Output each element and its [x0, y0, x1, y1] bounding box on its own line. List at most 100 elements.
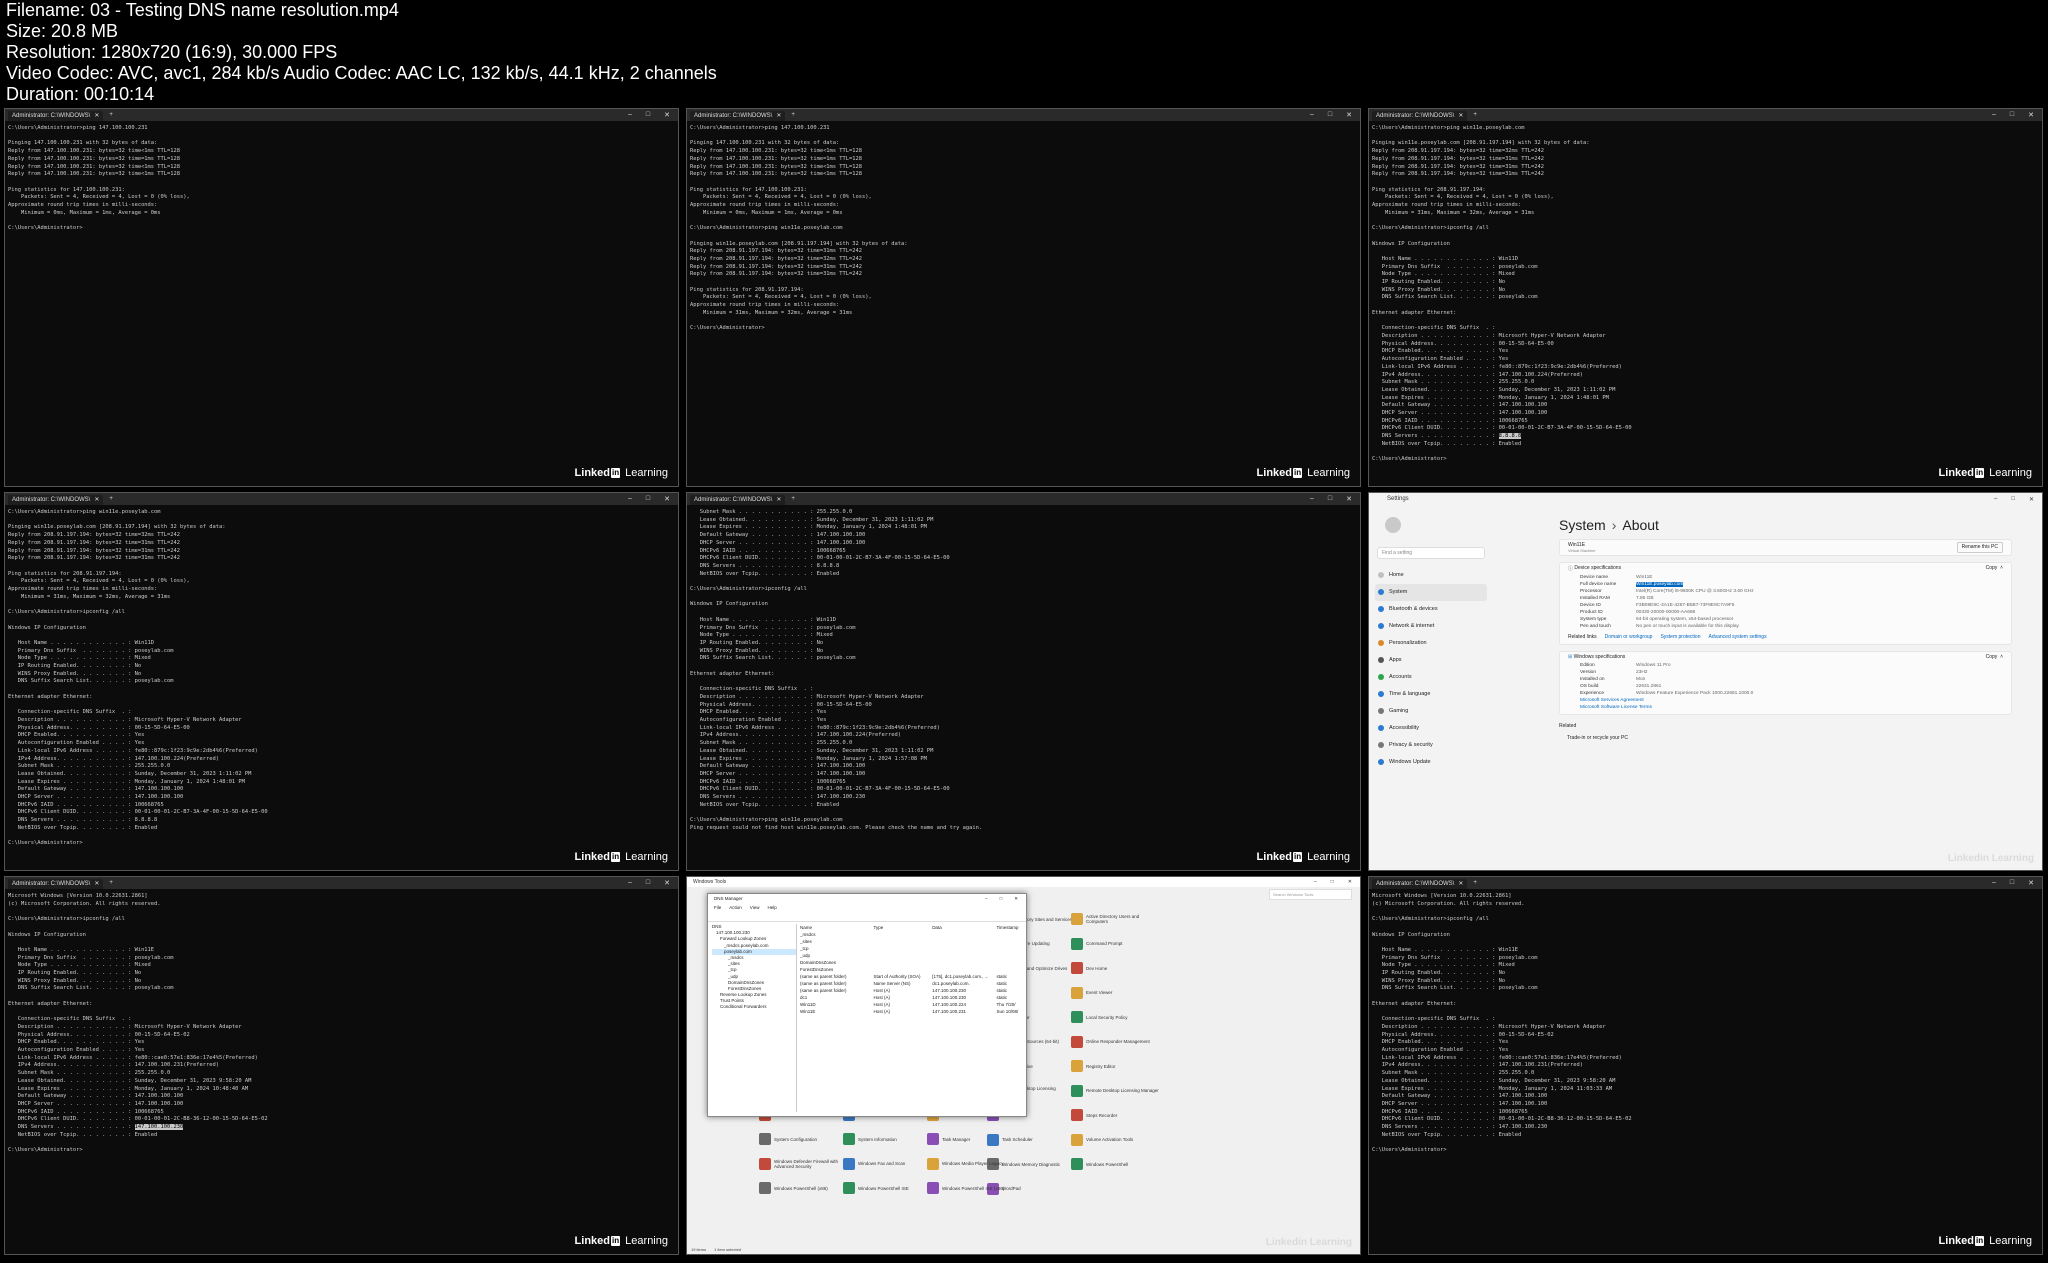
tool-item[interactable]: Windows Defender Firewall with Advanced …	[759, 1157, 849, 1170]
close-window-icon[interactable]: ✕	[2029, 496, 2034, 503]
table-row[interactable]: _udp	[800, 952, 1024, 959]
settings-search-input[interactable]: Find a setting	[1377, 547, 1485, 559]
table-row[interactable]: (same as parent folder) Host (A) 147.100.1…	[800, 987, 1024, 994]
terminal-tab[interactable]: Administrator: C:\WINDOWS\ ✕	[8, 879, 104, 889]
close-window-icon[interactable]: ✕	[1348, 877, 1352, 887]
tool-item[interactable]: Command Prompt	[1071, 937, 1161, 950]
advanced-system-settings-link[interactable]: Advanced system settings	[1708, 634, 1766, 640]
maximize-icon[interactable]: □	[2011, 496, 2015, 503]
table-row[interactable]: DomainDnsZones	[800, 959, 1024, 966]
maximize-icon[interactable]: □	[1331, 877, 1334, 887]
terminal-tab[interactable]: Administrator: C:\WINDOWS\ ✕	[690, 495, 786, 505]
close-window-icon[interactable]: ✕	[664, 495, 670, 503]
close-window-icon[interactable]: ✕	[664, 879, 670, 887]
tree-node[interactable]: Conditional Forwarders	[712, 1004, 796, 1010]
tool-item[interactable]: System Configuration	[759, 1133, 849, 1145]
close-icon[interactable]: ✕	[776, 495, 781, 505]
tool-item[interactable]: Dev Home	[1071, 962, 1161, 974]
avatar[interactable]	[1385, 517, 1401, 533]
tool-item[interactable]: Online Responder Management	[1071, 1035, 1161, 1048]
tool-item[interactable]: Windows Fax and Scan	[843, 1157, 933, 1170]
table-row[interactable]: ForestDnsZones	[800, 966, 1024, 973]
minimize-icon[interactable]: –	[628, 495, 632, 503]
domain-workgroup-link[interactable]: Domain or workgroup	[1605, 634, 1653, 640]
table-row[interactable]: (same as parent folder) Start of Authorit…	[800, 973, 1024, 980]
minimize-icon[interactable]: –	[1314, 877, 1317, 887]
terminal-tab[interactable]: Administrator: C:\WINDOWS\ ✕	[1372, 879, 1468, 889]
tool-item[interactable]: System Information	[843, 1133, 933, 1145]
tool-item[interactable]: Windows PowerShell	[1071, 1158, 1161, 1170]
tool-item[interactable]: Windows PowerShell ISE (x86)	[927, 1182, 1017, 1194]
nav-personalization[interactable]: Personalization	[1375, 635, 1487, 652]
menu-help[interactable]: Help	[767, 904, 776, 912]
close-icon[interactable]: ✕	[94, 495, 99, 505]
close-icon[interactable]: ✕	[776, 111, 781, 121]
close-window-icon[interactable]: ✕	[1346, 111, 1352, 119]
close-icon[interactable]: ✕	[1458, 111, 1463, 121]
thumbnail-2[interactable]: Administrator: C:\WINDOWS\ ✕ + – □ ✕ C:\Users…	[686, 108, 1361, 487]
table-row[interactable]: dc1 Host (A) 147.100.100.230 static	[800, 994, 1024, 1001]
tool-item[interactable]: Remote Desktop Licensing Manager	[1071, 1084, 1161, 1097]
maximize-icon[interactable]: □	[1000, 894, 1003, 904]
nav-apps[interactable]: Apps	[1375, 652, 1487, 669]
maximize-icon[interactable]: □	[2010, 879, 2014, 887]
new-tab-icon[interactable]: +	[1473, 112, 1477, 118]
tool-item[interactable]: Registry Editor	[1071, 1060, 1161, 1072]
nav-system[interactable]: System	[1375, 584, 1487, 601]
tool-item[interactable]: Steps Recorder	[1071, 1109, 1161, 1121]
close-icon[interactable]: ✕	[1458, 879, 1463, 889]
dns-manager-window[interactable]: DNS Manager – □ ✕ File Action View Help DNS…	[707, 893, 1027, 1117]
maximize-icon[interactable]: □	[2010, 111, 2014, 119]
minimize-icon[interactable]: –	[1994, 496, 1997, 503]
col-timestamp[interactable]: Timestamp	[996, 924, 1024, 931]
tool-item[interactable]: Active Directory Users and Computers	[1071, 913, 1161, 925]
nav-network[interactable]: Network & internet	[1375, 618, 1487, 635]
rename-pc-button[interactable]: Rename this PC	[1956, 542, 2003, 553]
chevron-up-icon[interactable]: ˄	[1997, 654, 2003, 660]
minimize-icon[interactable]: –	[628, 111, 632, 119]
nav-windows-update[interactable]: Windows Update	[1375, 754, 1487, 771]
thumbnail-9[interactable]: Administrator: C:\WINDOWS\ ✕ + – □ ✕ Microsof…	[1368, 876, 2043, 1255]
tool-item[interactable]: Volume Activation Tools	[1071, 1133, 1161, 1146]
nav-accessibility[interactable]: Accessibility	[1375, 720, 1487, 737]
close-window-icon[interactable]: ✕	[2028, 879, 2034, 887]
nav-home[interactable]: Home	[1375, 567, 1487, 584]
thumbnail-6-settings[interactable]: Settings – □ ✕ Find a setting Home System B…	[1368, 492, 2043, 871]
minimize-icon[interactable]: –	[1992, 879, 1996, 887]
tool-item[interactable]: Windows Media Player Legacy	[927, 1157, 1017, 1170]
maximize-icon[interactable]: □	[646, 495, 650, 503]
services-agreement-link[interactable]: Microsoft Services Agreement	[1560, 697, 2011, 704]
tool-item[interactable]: Windows PowerShell ISE	[843, 1182, 933, 1194]
thumbnail-3[interactable]: Administrator: C:\WINDOWS\ ✕ + – □ ✕ C:\Users…	[1368, 108, 2043, 487]
maximize-icon[interactable]: □	[1328, 495, 1332, 503]
thumbnail-5[interactable]: Administrator: C:\WINDOWS\ ✕ + – □ ✕ Subnet M…	[686, 492, 1361, 871]
nav-bluetooth[interactable]: Bluetooth & devices	[1375, 601, 1487, 618]
close-window-icon[interactable]: ✕	[2028, 111, 2034, 119]
new-tab-icon[interactable]: +	[109, 112, 113, 118]
terminal-tab[interactable]: Administrator: C:\WINDOWS\ ✕	[690, 111, 786, 121]
copy-button[interactable]: Copy	[1986, 654, 1998, 660]
minimize-icon[interactable]: –	[1992, 111, 1996, 119]
close-icon[interactable]: ✕	[94, 111, 99, 121]
chevron-up-icon[interactable]: ˄	[1997, 565, 2003, 572]
minimize-icon[interactable]: –	[1310, 111, 1314, 119]
tool-item[interactable]: Windows PowerShell (x86)	[759, 1182, 849, 1194]
copy-button[interactable]: Copy	[1986, 565, 1998, 572]
maximize-icon[interactable]: □	[646, 879, 650, 887]
minimize-icon[interactable]: –	[985, 894, 988, 904]
menu-file[interactable]: File	[714, 904, 721, 912]
new-tab-icon[interactable]: +	[791, 112, 795, 118]
close-window-icon[interactable]: ✕	[1014, 894, 1018, 904]
terminal-tab[interactable]: Administrator: C:\WINDOWS\ ✕	[8, 495, 104, 505]
maximize-icon[interactable]: □	[1328, 111, 1332, 119]
minimize-icon[interactable]: –	[1310, 495, 1314, 503]
trade-in-link[interactable]: Trade-in or recycle your PC	[1559, 735, 2012, 741]
table-row[interactable]: _msdcs	[800, 931, 1024, 938]
tool-item[interactable]: Event Viewer	[1071, 986, 1161, 999]
table-row[interactable]: _tcp	[800, 945, 1024, 952]
table-row[interactable]: Win11E Host (A) 147.100.100.231 Sun 10/08/	[800, 1008, 1024, 1015]
new-tab-icon[interactable]: +	[109, 880, 113, 886]
col-type[interactable]: Type	[873, 924, 932, 931]
tool-item[interactable]: Task Manager	[927, 1133, 1017, 1145]
table-row[interactable]: Win11D Host (A) 147.100.100.224 Thu 7/20/	[800, 1001, 1024, 1008]
